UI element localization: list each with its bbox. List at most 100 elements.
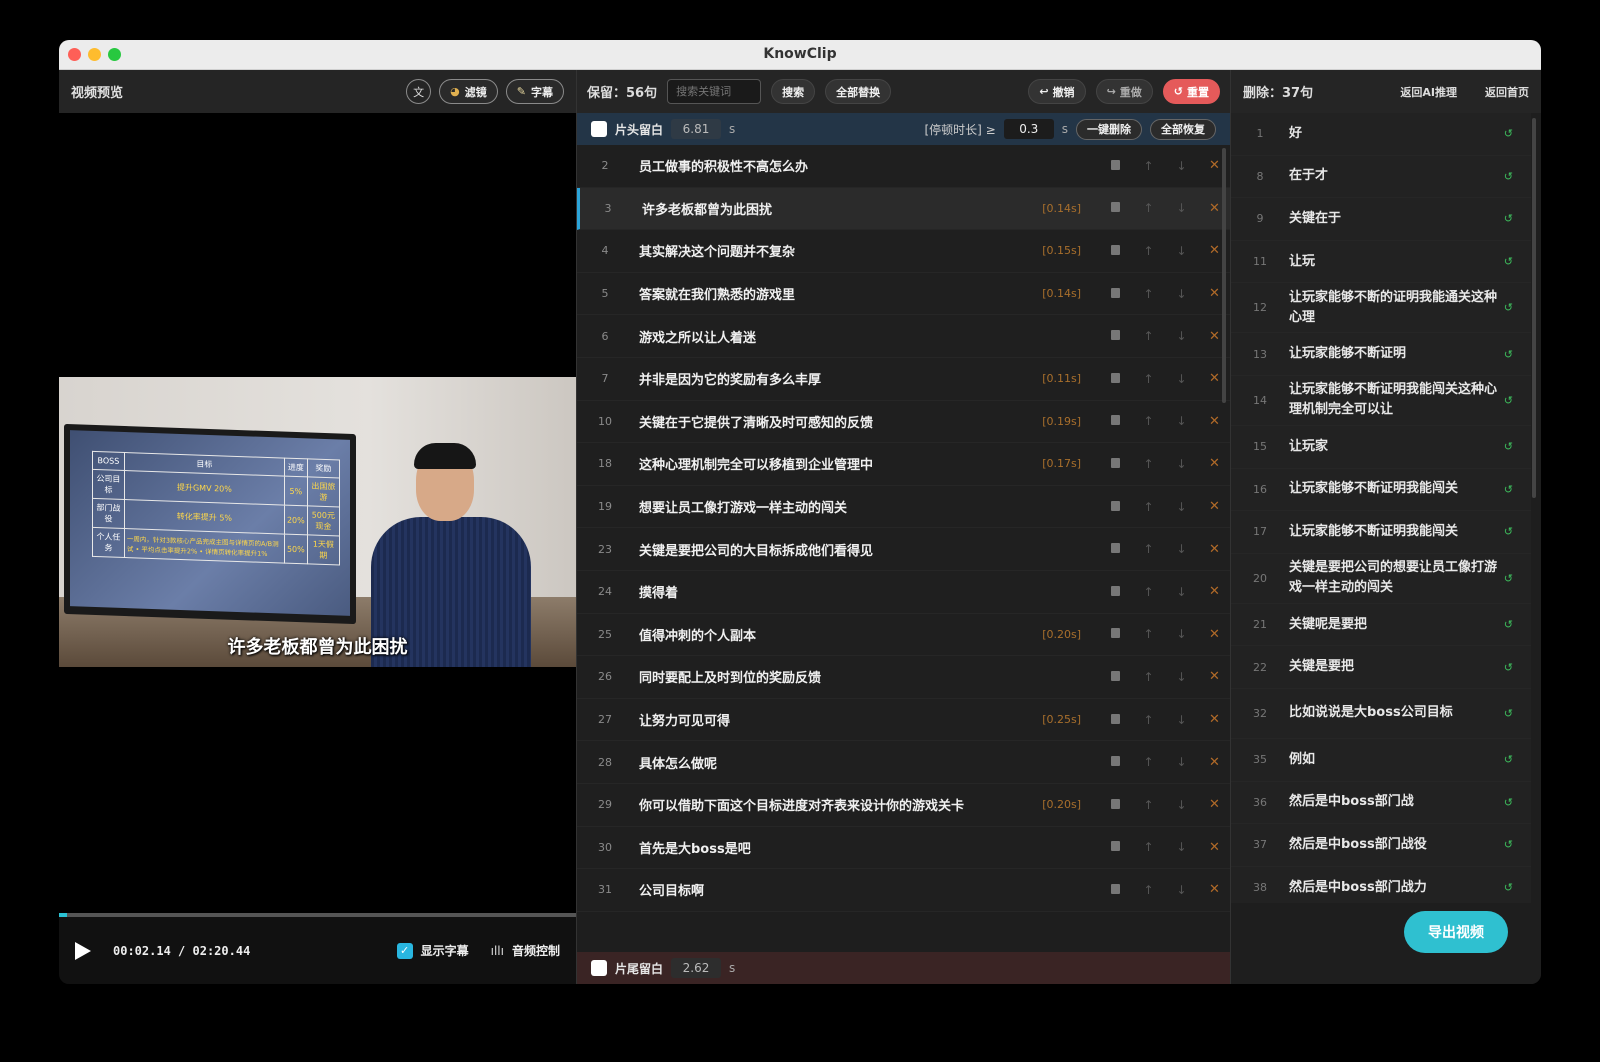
move-up-icon[interactable]: ↑ [1132,372,1165,386]
head-padding-input[interactable]: 6.81 [671,119,722,139]
sentence-row[interactable]: 18 这种心理机制完全可以移植到企业管理中 [0.17s] ↑ ↓ ✕ [577,443,1231,486]
move-up-icon[interactable]: ↑ [1132,500,1165,514]
sentence-text[interactable]: 让努力可见可得 [639,710,1021,729]
restore-icon[interactable]: ↺ [1504,170,1513,183]
move-down-icon[interactable]: ↓ [1165,287,1198,301]
reset-button[interactable]: ↺ 重置 [1162,79,1220,104]
move-up-icon[interactable]: ↑ [1132,201,1165,215]
restore-icon[interactable]: ↺ [1504,838,1513,851]
delete-icon[interactable]: ✕ [1198,840,1231,855]
sentence-row[interactable]: 7 并非是因为它的奖励有多么丰厚 [0.11s] ↑ ↓ ✕ [577,357,1231,401]
sentence-text[interactable]: 关键在于它提供了清晰及时可感知的反馈 [639,412,1021,431]
move-up-icon[interactable]: ↑ [1132,159,1165,173]
merge-icon[interactable] [1099,500,1132,514]
sentence-row[interactable]: 5 答案就在我们熟悉的游戏里 [0.14s] ↑ ↓ ✕ [577,272,1231,316]
deleted-item[interactable]: 20 关键是要把公司的想要让员工像打游戏一样主动的闯关 ↺ [1231,554,1531,604]
sentence-row[interactable]: 10 关键在于它提供了清晰及时可感知的反馈 [0.19s] ↑ ↓ ✕ [577,400,1231,444]
restore-icon[interactable]: ↺ [1504,483,1513,496]
move-down-icon[interactable]: ↓ [1165,755,1198,769]
delete-icon[interactable]: ✕ [1198,797,1231,812]
restore-icon[interactable]: ↺ [1504,255,1513,268]
redo-button[interactable]: ↪ 重做 [1095,79,1153,104]
merge-icon[interactable] [1099,585,1132,599]
deleted-item[interactable]: 37 然后是中boss部门战役 ↺ [1231,824,1531,867]
sentence-text[interactable]: 这种心理机制完全可以移植到企业管理中 [639,454,1021,473]
move-down-icon[interactable]: ↓ [1165,627,1198,641]
tail-padding-input[interactable]: 2.62 [671,958,722,978]
sentence-row[interactable]: 28 具体怎么做呢 ↑ ↓ ✕ [577,741,1231,784]
video-frame[interactable]: BOSS 目标 进度 奖励 公司目标 提升GMV 20% 5% 出国旅游 部门战役 转化率提升 5… [59,377,576,667]
move-up-icon[interactable]: ↑ [1132,414,1165,428]
subtitle-style-button[interactable]: ✎ 字幕 [505,79,564,104]
sentence-text[interactable]: 具体怎么做呢 [639,753,1021,772]
pause-threshold-input[interactable]: 0.3 [1003,119,1054,139]
deleted-item[interactable]: 14 让玩家能够不断证明我能闯关这种心理机制完全可以让 ↺ [1231,376,1531,426]
sentence-text[interactable]: 值得冲刺的个人副本 [639,625,1021,644]
deleted-item[interactable]: 17 让玩家能够不断证明我能闯关 ↺ [1231,511,1531,554]
move-down-icon[interactable]: ↓ [1165,500,1198,514]
move-up-icon[interactable]: ↑ [1132,670,1165,684]
filter-button[interactable]: ◕ 滤镜 [439,79,498,104]
sentence-row[interactable]: 6 游戏之所以让人着迷 ↑ ↓ ✕ [577,315,1231,358]
delete-icon[interactable]: ✕ [1198,627,1231,642]
replace-all-button[interactable]: 全部替换 [825,79,892,104]
restore-all-button[interactable]: 全部恢复 [1150,118,1216,140]
deleted-item[interactable]: 11 让玩 ↺ [1231,241,1531,284]
move-up-icon[interactable]: ↑ [1132,457,1165,471]
move-down-icon[interactable]: ↓ [1165,585,1198,599]
tail-padding-checkbox[interactable] [591,960,607,976]
sentence-row[interactable]: 2 员工做事的积极性不高怎么办 ↑ ↓ ✕ [577,145,1231,188]
sentence-row[interactable]: 29 你可以借助下面这个目标进度对齐表来设计你的游戏关卡 [0.20s] ↑ ↓ ✕ [577,783,1231,827]
audio-control-button[interactable]: 音频控制 [512,942,560,959]
merge-icon[interactable] [1099,159,1132,173]
sentence-row[interactable]: 4 其实解决这个问题并不复杂 [0.15s] ↑ ↓ ✕ [577,230,1231,273]
restore-icon[interactable]: ↺ [1504,796,1513,809]
move-down-icon[interactable]: ↓ [1165,159,1198,173]
merge-icon[interactable] [1099,329,1132,343]
deleted-item[interactable]: 12 让玩家能够不断的证明我能通关这种心理 ↺ [1231,283,1531,334]
merge-icon[interactable] [1099,542,1132,556]
sentence-row[interactable]: 30 首先是大boss是吧 ↑ ↓ ✕ [577,826,1231,870]
move-up-icon[interactable]: ↑ [1132,585,1165,599]
restore-icon[interactable]: ↺ [1504,394,1513,407]
deleted-item[interactable]: 15 让玩家 ↺ [1231,426,1531,469]
sentence-row[interactable]: 24 摸得着 ↑ ↓ ✕ [577,570,1231,614]
sentence-text[interactable]: 你可以借助下面这个目标进度对齐表来设计你的游戏关卡 [639,795,1021,814]
delete-icon[interactable]: ✕ [1198,499,1231,514]
sentence-text[interactable]: 并非是因为它的奖励有多么丰厚 [639,369,1021,388]
delete-icon[interactable]: ✕ [1198,286,1231,301]
deleted-item[interactable]: 9 关键在于 ↺ [1231,198,1531,241]
sentence-text[interactable]: 首先是大boss是吧 [639,838,1021,857]
deleted-item[interactable]: 35 例如 ↺ [1231,739,1531,782]
delete-icon[interactable]: ✕ [1198,158,1231,173]
delete-icon[interactable]: ✕ [1198,584,1231,599]
delete-icon[interactable]: ✕ [1198,755,1231,770]
move-up-icon[interactable]: ↑ [1132,713,1165,727]
sentence-row[interactable]: 3 许多老板都曾为此困扰 [0.14s] ↑ ↓ ✕ [577,187,1231,231]
sentence-text[interactable]: 想要让员工像打游戏一样主动的闯关 [639,497,1021,516]
merge-icon[interactable] [1099,713,1132,727]
merge-icon[interactable] [1099,457,1132,471]
sentence-text[interactable]: 同时要配上及时到位的奖励反馈 [639,667,1021,686]
restore-icon[interactable]: ↺ [1504,127,1513,140]
sentence-row[interactable]: 23 关键是要把公司的大目标拆成他们看得见 ↑ ↓ ✕ [577,528,1231,571]
merge-icon[interactable] [1099,798,1132,812]
merge-icon[interactable] [1099,372,1132,386]
sentence-row[interactable]: 31 公司目标啊 ↑ ↓ ✕ [577,869,1231,912]
delete-icon[interactable]: ✕ [1198,542,1231,557]
deleted-item[interactable]: 8 在于才 ↺ [1231,156,1531,199]
move-down-icon[interactable]: ↓ [1165,713,1198,727]
move-down-icon[interactable]: ↓ [1165,883,1198,897]
sentence-text[interactable]: 其实解决这个问题并不复杂 [639,241,1021,260]
delete-icon[interactable]: ✕ [1198,371,1231,386]
restore-icon[interactable]: ↺ [1504,618,1513,631]
sentence-text[interactable]: 答案就在我们熟悉的游戏里 [639,284,1021,303]
sentence-row[interactable]: 25 值得冲刺的个人副本 [0.20s] ↑ ↓ ✕ [577,613,1231,657]
deleted-item[interactable]: 1 好 ↺ [1231,113,1531,156]
sentence-row[interactable]: 27 让努力可见可得 [0.25s] ↑ ↓ ✕ [577,698,1231,742]
merge-icon[interactable] [1099,670,1132,684]
deleted-item[interactable]: 22 关键是要把 ↺ [1231,646,1531,689]
sentence-text[interactable]: 员工做事的积极性不高怎么办 [639,156,1021,175]
head-padding-checkbox[interactable] [591,121,607,137]
move-down-icon[interactable]: ↓ [1165,457,1198,471]
